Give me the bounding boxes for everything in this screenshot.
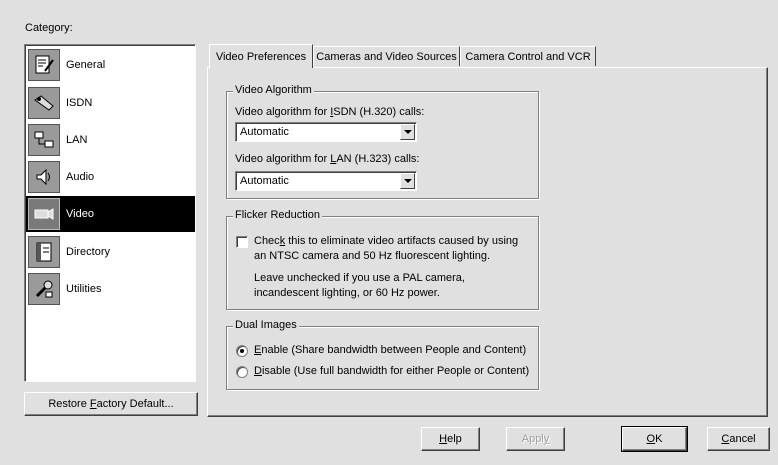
lan-algorithm-value: Automatic (240, 175, 289, 187)
category-item-video[interactable]: Video (26, 196, 195, 232)
cancel-button[interactable]: Cancel (707, 427, 770, 451)
category-item-lan[interactable]: LAN (26, 122, 195, 158)
flicker-reduction-title: Flicker Reduction (233, 209, 322, 221)
category-item-audio[interactable]: Audio (26, 159, 195, 195)
lan-algorithm-label: Video algorithm for LAN (H.323) calls: (235, 153, 420, 165)
restore-label: Restore Factory Default... (48, 398, 174, 410)
tab-label: Cameras and Video Sources (316, 50, 457, 63)
enable-dual-images-label[interactable]: Enable (Share bandwidth between People a… (254, 344, 526, 356)
category-item-utilities[interactable]: Utilities (26, 271, 195, 307)
isdn-algorithm-label: Video algorithm for ISDN (H.320) calls: (235, 106, 425, 118)
help-label: Help (439, 433, 462, 445)
dual-images-group: Dual Images Enable (Share bandwidth betw… (226, 319, 539, 390)
radio-selected-dot (240, 349, 244, 353)
flicker-checkbox-label[interactable]: Check this to eliminate video artifacts … (254, 235, 518, 247)
category-label-audio: Audio (66, 171, 95, 183)
category-label-directory: Directory (66, 246, 111, 258)
category-label-lan: LAN (66, 134, 88, 146)
flicker-checkbox-label-line2: an NTSC camera and 50 Hz fluorescent lig… (254, 250, 491, 262)
flicker-note-line1: Leave unchecked if you use a PAL camera, (254, 272, 465, 284)
category-label-utilities: Utilities (66, 283, 102, 295)
audio-icon (28, 161, 60, 193)
restore-factory-default-button[interactable]: Restore Factory Default... (24, 392, 198, 416)
dual-images-title: Dual Images (233, 319, 299, 331)
category-label-isdn: ISDN (66, 97, 93, 109)
help-button[interactable]: Help (421, 427, 480, 451)
apply-button[interactable]: Apply (506, 427, 565, 451)
flicker-reduction-checkbox[interactable] (236, 236, 248, 248)
category-item-isdn[interactable]: ISDN (26, 85, 195, 121)
isdn-icon (28, 87, 60, 119)
isdn-algorithm-value: Automatic (240, 126, 289, 138)
ok-label: OK (646, 433, 663, 445)
video-algorithm-group: Video Algorithm Video algorithm for ISDN… (226, 84, 539, 199)
tab-camera-control-and-vcr[interactable]: Camera Control and VCR (460, 46, 596, 66)
category-list[interactable]: General ISDN LAN Audio Video Directory U… (24, 44, 196, 382)
lan-icon (28, 124, 60, 156)
flicker-note-line2: incandescent lighting, or 60 Hz power. (254, 287, 440, 299)
flicker-reduction-group: Flicker Reduction Check this to eliminat… (226, 209, 539, 310)
disable-dual-images-label[interactable]: Disable (Use full bandwidth for either P… (254, 365, 529, 377)
enable-dual-images-radio[interactable] (236, 345, 248, 357)
tab-cameras-and-video-sources[interactable]: Cameras and Video Sources (313, 46, 460, 66)
category-item-directory[interactable]: Directory (26, 234, 195, 270)
category-label-general: General (66, 59, 106, 71)
chevron-down-icon[interactable] (400, 124, 415, 140)
category-item-general[interactable]: General (26, 47, 195, 83)
video-icon (28, 198, 60, 230)
disable-dual-images-radio[interactable] (236, 366, 248, 378)
video-algorithm-title: Video Algorithm (233, 84, 314, 96)
general-icon (28, 49, 60, 81)
utilities-icon (28, 273, 60, 305)
ok-button[interactable]: OK (621, 426, 688, 452)
cancel-label: Cancel (721, 433, 756, 445)
category-label: Category: (25, 22, 73, 34)
lan-algorithm-select[interactable]: Automatic (235, 171, 417, 191)
chevron-down-icon[interactable] (400, 173, 415, 189)
tab-video-preferences[interactable]: Video Preferences (209, 44, 313, 68)
apply-label: Apply (521, 433, 550, 445)
category-label-video: Video (66, 208, 94, 220)
directory-icon (28, 236, 60, 268)
tab-label: Video Preferences (215, 50, 307, 63)
tab-label: Camera Control and VCR (465, 50, 591, 63)
isdn-algorithm-select[interactable]: Automatic (235, 122, 417, 142)
